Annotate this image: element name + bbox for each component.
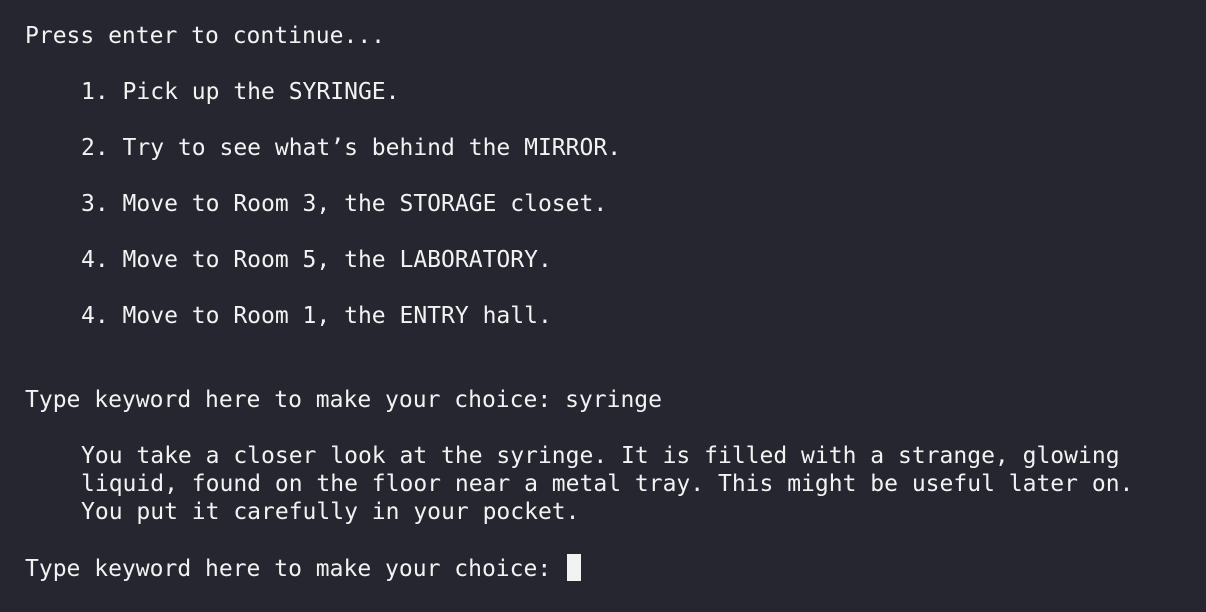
input-line[interactable]: Type keyword here to make your choice: bbox=[25, 554, 1206, 582]
choice-prompt: Type keyword here to make your choice: bbox=[25, 387, 552, 413]
text-cursor bbox=[567, 554, 582, 581]
input-prompt: Type keyword here to make your choice: bbox=[25, 556, 552, 582]
option-item: 4. Move to Room 5, the LABORATORY. bbox=[81, 247, 552, 273]
entered-keyword: syringe bbox=[565, 387, 662, 413]
terminal-window[interactable]: Press enter to continue... 1. Pick up th… bbox=[0, 0, 1206, 612]
option-item: 2. Try to see what’s behind the MIRROR. bbox=[81, 135, 622, 161]
response-line: You take a closer look at the syringe. I… bbox=[81, 443, 1120, 469]
choice-line: Type keyword here to make your choice: s… bbox=[25, 386, 1206, 414]
option-item: 4. Move to Room 1, the ENTRY hall. bbox=[81, 303, 552, 329]
response-line: liquid, found on the floor near a metal … bbox=[81, 471, 1134, 497]
option-item: 3. Move to Room 3, the STORAGE closet. bbox=[81, 191, 608, 217]
response-line: You put it carefully in your pocket. bbox=[81, 499, 580, 525]
option-item: 1. Pick up the SYRINGE. bbox=[81, 79, 400, 105]
continue-prompt: Press enter to continue... bbox=[25, 23, 386, 49]
